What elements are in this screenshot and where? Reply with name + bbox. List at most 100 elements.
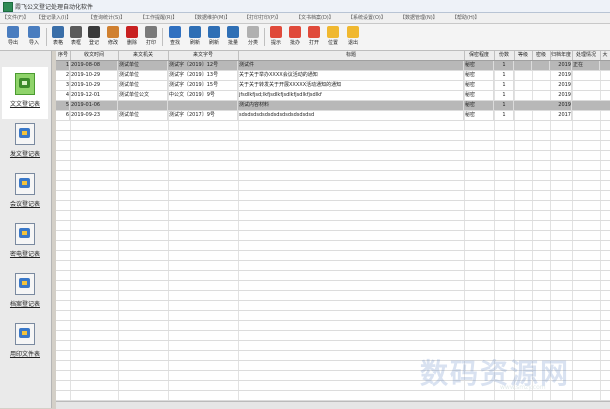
category-button[interactable]: 分类 bbox=[243, 25, 263, 49]
document-icon bbox=[15, 323, 35, 345]
find-button[interactable]: 查找 bbox=[165, 25, 185, 49]
menu-remind[interactable]: 【工作提醒(R)】 bbox=[140, 14, 177, 21]
table-row bbox=[56, 191, 610, 201]
app-icon bbox=[3, 2, 13, 12]
menu-register[interactable]: 【登记录入(I)】 bbox=[36, 14, 71, 21]
menu-bar: 【文件(F)】 【登记录入(I)】 【查询统计(S)】 【工作提醒(R)】 【数… bbox=[0, 13, 610, 24]
table-row bbox=[56, 141, 610, 151]
toolbar-separator bbox=[264, 28, 265, 46]
table-row bbox=[56, 261, 610, 271]
col-header-org[interactable]: 来文机关 bbox=[118, 51, 169, 60]
table-row bbox=[56, 311, 610, 321]
table-row[interactable]: 1 2019-08-08 测试单位 测试字〔2019〕12号 测试件 秘密 1 … bbox=[56, 61, 610, 71]
col-header-level[interactable]: 等级 bbox=[514, 51, 533, 60]
menu-query[interactable]: 【查询统计(S)】 bbox=[88, 14, 125, 21]
edit-button[interactable]: 修改 bbox=[103, 25, 123, 49]
table-row bbox=[56, 301, 610, 311]
edit-icon bbox=[107, 26, 119, 38]
table-row bbox=[56, 341, 610, 351]
location-button[interactable]: 位置 bbox=[323, 25, 343, 49]
document-icon bbox=[15, 173, 35, 195]
document-icon bbox=[15, 273, 35, 295]
exit-button[interactable]: 退出 bbox=[343, 25, 363, 49]
col-header-secret[interactable]: 保密程度 bbox=[464, 51, 495, 60]
table-row bbox=[56, 221, 610, 231]
import-icon bbox=[28, 26, 40, 38]
print-button[interactable]: 打印 bbox=[141, 25, 161, 49]
export-icon bbox=[7, 26, 19, 38]
nav-archive-register[interactable]: 档案登记表 bbox=[2, 267, 48, 319]
col-header-status[interactable]: 处理情况 bbox=[572, 51, 601, 60]
title-bar: 霞飞公文登记处理自动化软件 bbox=[0, 0, 610, 13]
refresh-icon bbox=[189, 26, 201, 38]
table-row[interactable]: 4 2019-12-01 测试单位公文 中公文〔2019〕9号 jfsdlkfj… bbox=[56, 91, 610, 101]
exit-icon bbox=[347, 26, 359, 38]
watermark: 数码资源网 www.smzy.com bbox=[420, 352, 600, 391]
batch-icon bbox=[227, 26, 239, 38]
document-icon bbox=[15, 123, 35, 145]
table-row[interactable]: 5 2019-01-06 测试内容材料 秘密 1 2019 bbox=[56, 101, 610, 111]
toolbar: 导出 导入 表格 表框 登记 修改 删除 打印 查找 刷新 刷新 批量 分类 提… bbox=[0, 24, 610, 51]
print-icon bbox=[145, 26, 157, 38]
col-header-extra[interactable]: 大 bbox=[600, 51, 610, 60]
menu-settings[interactable]: 【系统设置(O)】 bbox=[348, 14, 386, 21]
col-header-copies[interactable]: 份数 bbox=[494, 51, 515, 60]
nav-outgoing-register[interactable]: 发文登记表 bbox=[2, 117, 48, 169]
table-row bbox=[56, 161, 610, 171]
menu-data[interactable]: 【数据维护(M)】 bbox=[192, 14, 230, 21]
col-header-ref[interactable]: 来文字号 bbox=[168, 51, 239, 60]
delete-icon bbox=[126, 26, 138, 38]
import-button[interactable]: 导入 bbox=[24, 25, 44, 49]
frame-icon bbox=[70, 26, 82, 38]
nav-incoming-register[interactable]: 文文登记表 bbox=[2, 67, 48, 119]
table-row bbox=[56, 281, 610, 291]
left-nav-panel: 文文登记表 发文登记表 会议登记表 密电登记表 档案登记表 用印文件表 bbox=[0, 51, 52, 408]
delete-button[interactable]: 删除 bbox=[122, 25, 142, 49]
register-button[interactable]: 登记 bbox=[84, 25, 104, 49]
col-header-year[interactable]: 归档年度 bbox=[550, 51, 573, 60]
refresh-icon bbox=[208, 26, 220, 38]
table-row bbox=[56, 271, 610, 281]
find-icon bbox=[169, 26, 181, 38]
alert-icon bbox=[270, 26, 282, 38]
frame-button[interactable]: 表框 bbox=[66, 25, 86, 49]
menu-print[interactable]: 【打印打印(P)】 bbox=[244, 14, 281, 21]
table-row bbox=[56, 151, 610, 161]
table-header: 序号 收文时间 来文机关 来文字号 标题 保密程度 份数 等级 密级 归档年度 … bbox=[56, 51, 610, 61]
document-icon bbox=[15, 73, 35, 95]
document-icon bbox=[15, 223, 35, 245]
table-row[interactable]: 2 2019-10-29 测试单位 测试字〔2019〕13号 关于关于举办XXX… bbox=[56, 71, 610, 81]
nav-seal-register[interactable]: 用印文件表 bbox=[2, 317, 48, 369]
toolbar-separator bbox=[162, 28, 163, 46]
register-icon bbox=[88, 26, 100, 38]
table-row bbox=[56, 171, 610, 181]
watermark-text: 数码资源网 bbox=[420, 357, 571, 390]
col-header-date[interactable]: 收文时间 bbox=[70, 51, 119, 60]
table-row bbox=[56, 231, 610, 241]
table-row bbox=[56, 321, 610, 331]
table-row bbox=[56, 241, 610, 251]
col-header-title[interactable]: 标题 bbox=[238, 51, 465, 60]
table-row[interactable]: 6 2019-09-23 测试单位 测试字〔2017〕9号 sdsdsdsdsd… bbox=[56, 111, 610, 121]
alert-button[interactable]: 提示 bbox=[266, 25, 286, 49]
table-row[interactable]: 3 2019-10-29 测试单位 测试字〔2019〕15号 关于关于转发关于开… bbox=[56, 81, 610, 91]
batch-button[interactable]: 批量 bbox=[223, 25, 243, 49]
menu-archive[interactable]: 【文书档案(D)】 bbox=[296, 14, 334, 21]
location-icon bbox=[327, 26, 339, 38]
approve-button[interactable]: 批办 bbox=[285, 25, 305, 49]
export-button[interactable]: 导出 bbox=[3, 25, 23, 49]
table-row bbox=[56, 211, 610, 221]
refresh-button-2[interactable]: 刷新 bbox=[204, 25, 224, 49]
table-button[interactable]: 表格 bbox=[48, 25, 68, 49]
table-row bbox=[56, 291, 610, 301]
col-header-no[interactable]: 序号 bbox=[56, 51, 71, 60]
nav-meeting-register[interactable]: 会议登记表 bbox=[2, 167, 48, 219]
table-icon bbox=[52, 26, 64, 38]
refresh-button[interactable]: 刷新 bbox=[185, 25, 205, 49]
menu-manage[interactable]: 【数据管理(N)】 bbox=[400, 14, 438, 21]
open-button[interactable]: 打开 bbox=[304, 25, 324, 49]
menu-help[interactable]: 【帮助(H)】 bbox=[452, 14, 480, 21]
col-header-grade[interactable]: 密级 bbox=[532, 51, 551, 60]
menu-file[interactable]: 【文件(F)】 bbox=[2, 14, 29, 21]
nav-telegram-register[interactable]: 密电登记表 bbox=[2, 217, 48, 269]
